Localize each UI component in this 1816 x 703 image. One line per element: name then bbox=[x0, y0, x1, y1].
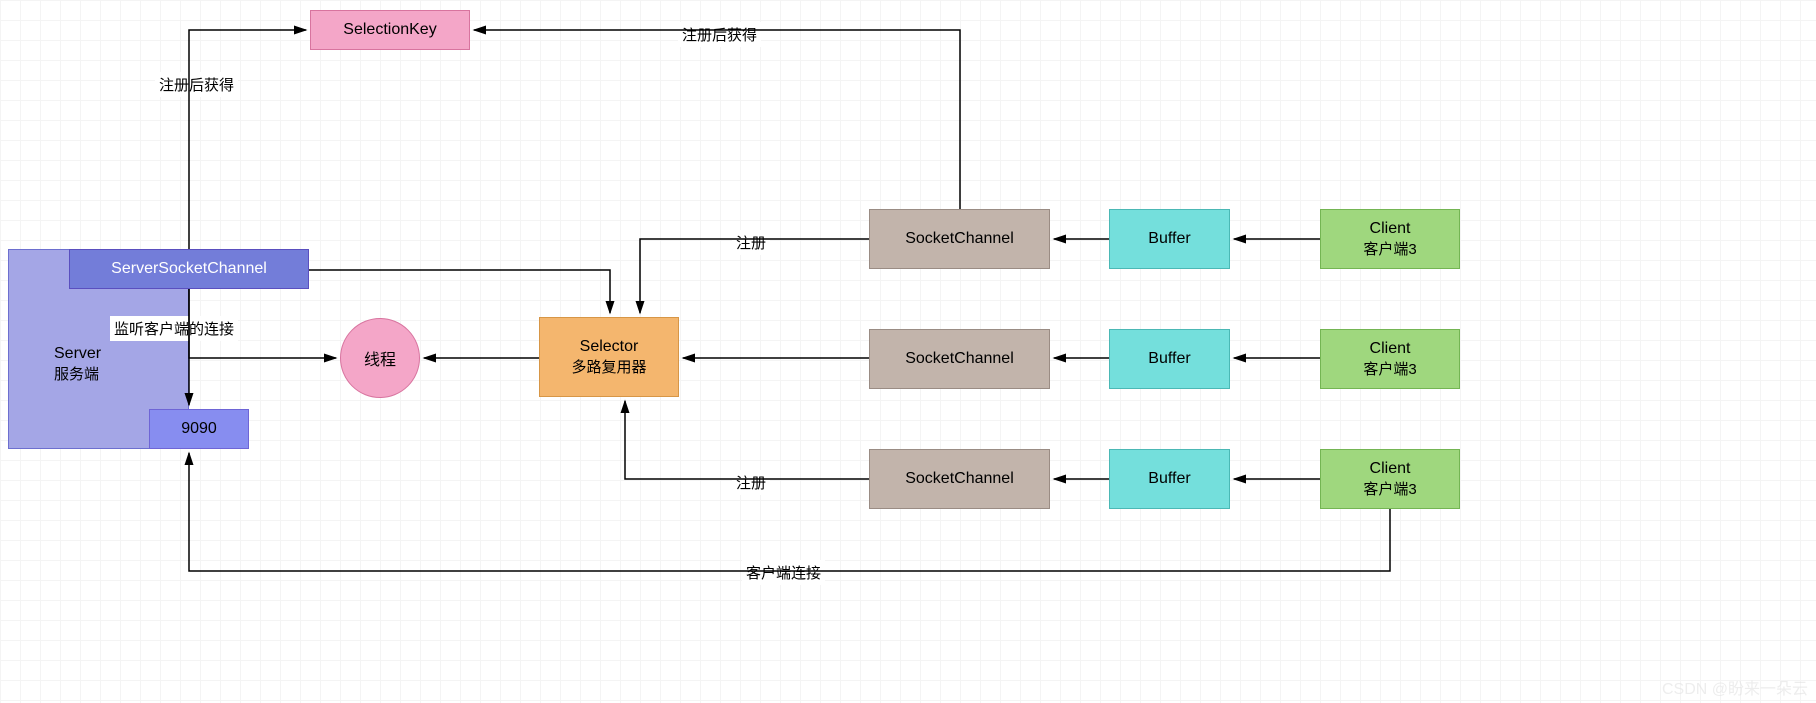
arrows-layer bbox=[0, 0, 1816, 703]
